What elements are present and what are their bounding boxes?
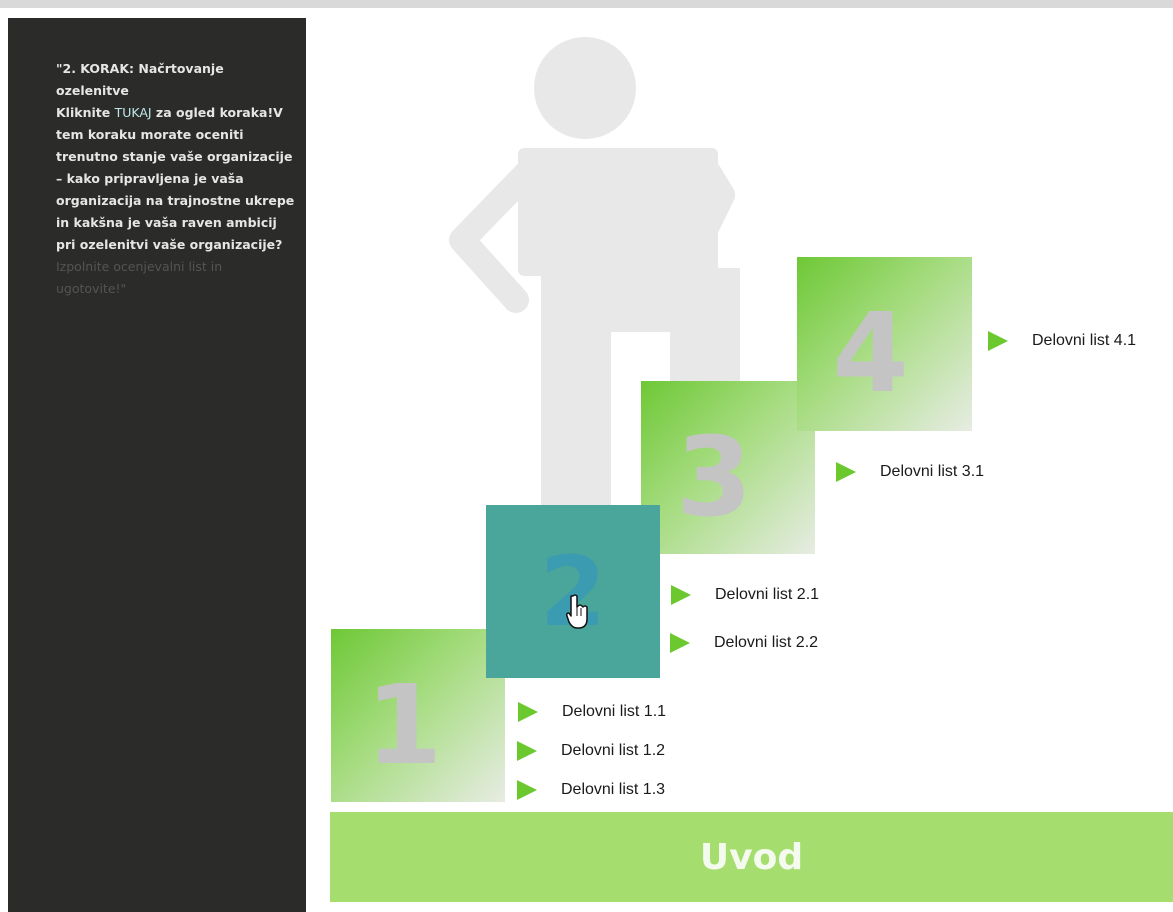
intro-label: Uvod (699, 836, 804, 878)
step-4-number: 4 (832, 289, 909, 417)
play-arrow-icon (670, 633, 690, 653)
hand-pointer-icon (566, 594, 588, 629)
step-1-number: 1 (365, 660, 443, 789)
play-arrow-icon (836, 462, 856, 482)
worksheet-1-1-link[interactable]: Delovni list 1.1 (518, 702, 666, 722)
step-3[interactable]: 3 (641, 381, 815, 554)
worksheet-1-2-link[interactable]: Delovni list 1.2 (517, 741, 665, 761)
intro-button[interactable]: Uvod (330, 812, 1173, 902)
play-arrow-icon (518, 702, 538, 722)
worksheet-2-2-link[interactable]: Delovni list 2.2 (670, 633, 818, 653)
play-arrow-icon (517, 780, 537, 800)
step-3-number: 3 (675, 412, 753, 541)
step-4[interactable]: 4 (797, 257, 972, 431)
play-arrow-icon (517, 741, 537, 761)
play-arrow-icon (671, 585, 691, 605)
play-arrow-icon (988, 331, 1008, 351)
step-2[interactable]: 2 (486, 505, 660, 678)
person-figure (449, 37, 740, 508)
worksheet-1-3-link[interactable]: Delovni list 1.3 (517, 780, 665, 800)
step-1[interactable]: 1 (331, 629, 505, 802)
worksheet-3-1-link[interactable]: Delovni list 3.1 (836, 462, 984, 482)
worksheet-4-1-link[interactable]: Delovni list 4.1 (988, 331, 1136, 351)
step-2-number: 2 (539, 535, 607, 648)
worksheet-2-1-link[interactable]: Delovni list 2.1 (671, 585, 819, 605)
